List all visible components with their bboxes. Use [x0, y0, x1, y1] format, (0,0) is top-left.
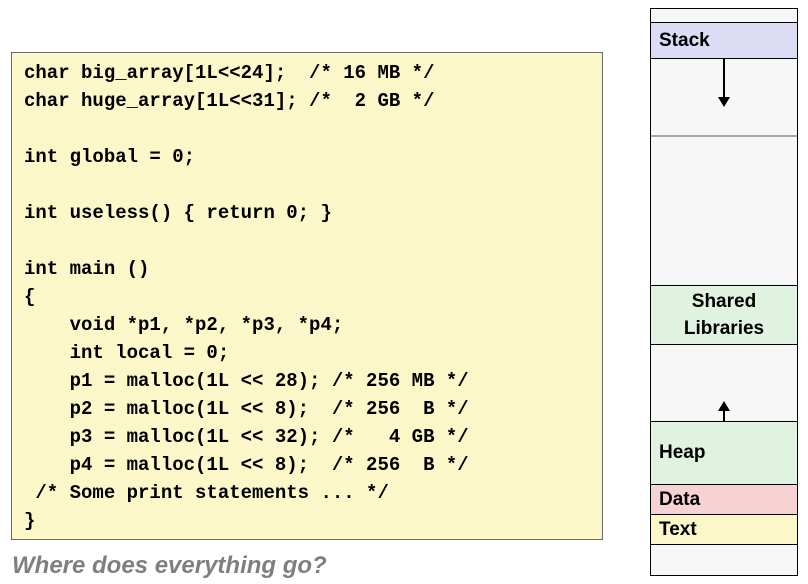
shared-libraries-label-line2: Libraries	[683, 318, 765, 339]
code-line: void *p1, *p2, *p3, *p4;	[24, 314, 344, 336]
heap-segment: Heap	[651, 421, 797, 485]
text-label: Text	[659, 518, 697, 540]
code-line: int useless() { return 0; }	[24, 202, 332, 224]
data-segment: Data	[651, 485, 797, 515]
region-divider	[651, 135, 797, 137]
memory-bottom-region	[651, 545, 797, 574]
stack-segment: Stack	[651, 23, 797, 59]
code-line: char big_array[1L<<24]; /* 16 MB */	[24, 62, 435, 84]
memory-layout-diagram: Stack Shared Libraries Heap Data Text	[650, 8, 798, 576]
shared-libraries-segment: Shared Libraries	[651, 285, 797, 345]
stack-label: Stack	[659, 29, 710, 51]
code-line: p3 = malloc(1L << 32); /* 4 GB */	[24, 426, 469, 448]
shared-libraries-label-line1: Shared	[691, 291, 757, 312]
code-line: p4 = malloc(1L << 8); /* 256 B */	[24, 454, 469, 476]
text-segment: Text	[651, 515, 797, 545]
data-label: Data	[659, 488, 701, 510]
code-line: {	[24, 286, 36, 308]
caption-question: Where does everything go?	[12, 552, 327, 579]
stack-growth-arrow-down-icon	[723, 59, 725, 99]
code-line: int main ()	[24, 258, 150, 280]
heap-label: Heap	[659, 442, 706, 463]
code-line: int local = 0;	[24, 342, 230, 364]
code-line: }	[24, 510, 36, 532]
code-line: /* Some print statements ... */	[24, 482, 389, 504]
arrow-head-down-icon	[718, 97, 730, 107]
code-line: int global = 0;	[24, 146, 196, 168]
code-line: p2 = malloc(1L << 8); /* 256 B */	[24, 398, 469, 420]
arrow-head-up-icon	[718, 401, 730, 411]
code-line: p1 = malloc(1L << 28); /* 256 MB */	[24, 370, 469, 392]
code-line: char huge_array[1L<<31]; /* 2 GB */	[24, 90, 435, 112]
memory-top-region	[651, 9, 797, 23]
code-listing: char big_array[1L<<24]; /* 16 MB */ char…	[11, 52, 603, 540]
